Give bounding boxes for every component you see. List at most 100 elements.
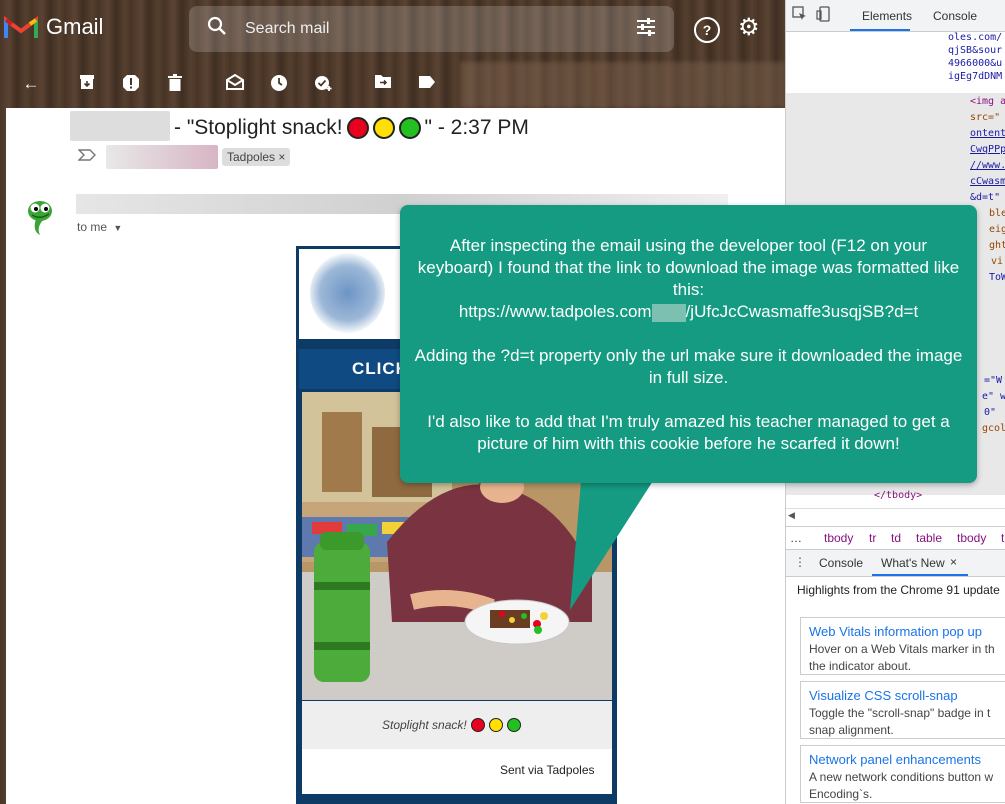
whats-new-heading: Highlights from the Chrome 91 update xyxy=(797,583,1000,597)
whats-new-item[interactable]: Web Vitals information pop up Hover on a… xyxy=(800,617,1005,675)
tab-elements[interactable]: Elements xyxy=(850,0,913,31)
whats-new-item[interactable]: Network panel enhancements A new network… xyxy=(800,745,1005,803)
whats-new-item-desc: Encoding`s. xyxy=(809,788,873,801)
callout-paragraph: I'd also like to add that I'm truly amaz… xyxy=(427,412,950,453)
code-line[interactable]: ontent xyxy=(970,127,1005,140)
search-bar[interactable]: Search mail xyxy=(189,6,674,52)
code-line: gcol xyxy=(982,423,1005,434)
breadcrumb-item[interactable]: tbody xyxy=(957,531,986,545)
sent-via-footer: Sent via Tadpoles xyxy=(500,763,595,777)
red-circle-emoji xyxy=(470,718,485,732)
yellow-circle-emoji xyxy=(372,117,395,139)
devtools-drawer-tabs: ⋮ Console What's New × xyxy=(786,549,1005,577)
move-to-icon[interactable] xyxy=(372,74,394,94)
whats-new-item-title[interactable]: Web Vitals information pop up xyxy=(809,624,1005,639)
code-line: ToW xyxy=(989,272,1005,283)
inspect-element-icon[interactable] xyxy=(792,6,808,25)
scroll-left-icon[interactable]: ◀ xyxy=(788,510,795,521)
whats-new-item-desc: Hover on a Web Vitals marker in th xyxy=(809,643,995,656)
code-line: &d=t" xyxy=(970,192,1001,203)
whats-new-item-desc: Toggle the "scroll-snap" badge in t xyxy=(809,707,991,720)
photo-caption: Stoplight snack! xyxy=(382,718,521,732)
breadcrumb-item[interactable]: tr xyxy=(869,531,876,545)
tab-elements-label: Elements xyxy=(862,9,913,23)
caption-text: Stoplight snack! xyxy=(382,718,467,732)
breadcrumb-item[interactable]: tbody xyxy=(824,531,853,545)
callout-url-end: /jUfcJcCwasmaffe3usqjSB?d=t xyxy=(685,302,919,321)
search-options-icon[interactable] xyxy=(636,17,656,41)
label-chip-tadpoles[interactable]: Tadpoles × xyxy=(222,148,291,166)
yellow-circle-emoji xyxy=(488,718,503,732)
callout-intro-text: After inspecting the email using the dev… xyxy=(417,236,960,299)
devtools-tabbar: Elements Console xyxy=(786,0,1005,32)
recipient-text: to me xyxy=(77,220,108,234)
importance-marker-icon[interactable] xyxy=(77,148,96,164)
drawer-tab-whats-new[interactable]: What's New × xyxy=(872,550,968,576)
callout-paragraph: After inspecting the email using the dev… xyxy=(410,235,967,323)
report-spam-icon[interactable] xyxy=(120,74,142,97)
blurred-logo xyxy=(310,253,385,333)
devtools-horizontal-scrollbar[interactable]: ◀ xyxy=(786,508,1005,525)
breadcrumb-more-icon[interactable]: … xyxy=(790,531,802,545)
help-icon[interactable]: ? xyxy=(694,17,720,43)
tab-console[interactable]: Console xyxy=(933,9,977,23)
whats-new-item-desc: snap alignment. xyxy=(809,724,894,737)
back-arrow-icon[interactable]: ← xyxy=(20,74,42,94)
whats-new-item-title[interactable]: Network panel enhancements xyxy=(809,752,1005,767)
blurred-label xyxy=(106,145,218,169)
whats-new-item-title[interactable]: Visualize CSS scroll-snap xyxy=(809,688,1005,703)
code-line: ble xyxy=(989,208,1005,219)
code-line: </tbody> xyxy=(874,490,923,501)
mark-unread-icon[interactable] xyxy=(224,73,246,95)
code-line[interactable]: //www. xyxy=(970,159,1005,172)
code-line: igEg7dDNM xyxy=(948,71,1003,82)
snooze-icon[interactable] xyxy=(268,74,290,97)
callout-paragraph: Adding the ?d=t property only the url ma… xyxy=(414,346,963,387)
label-remove-icon[interactable]: × xyxy=(278,150,285,164)
labels-icon[interactable] xyxy=(416,74,438,94)
code-line: qjSB&sour xyxy=(948,45,1003,56)
search-input[interactable]: Search mail xyxy=(245,20,636,38)
redacted-url-segment xyxy=(651,303,686,322)
add-task-icon[interactable] xyxy=(312,74,334,97)
breadcrumb-item[interactable]: td xyxy=(891,531,901,545)
callout-pointer xyxy=(570,470,660,610)
green-circle-emoji xyxy=(506,718,521,732)
drawer-tab-whats-new-label: What's New xyxy=(881,556,945,570)
gmail-wordmark: Gmail xyxy=(46,14,104,39)
code-line: ="W xyxy=(984,375,1003,386)
archive-icon[interactable] xyxy=(76,74,98,95)
code-line: ght xyxy=(989,240,1005,251)
subject-text-start: - "Stoplight snack! xyxy=(174,116,343,139)
device-toolbar-icon[interactable] xyxy=(816,6,832,25)
code-line: src=" xyxy=(970,112,1001,123)
recipient-dropdown-icon[interactable]: ▼ xyxy=(113,223,122,233)
breadcrumb-item[interactable]: table xyxy=(916,531,942,545)
code-line[interactable]: cCwasm xyxy=(970,175,1005,188)
close-icon[interactable]: × xyxy=(950,555,957,569)
code-line: 4966000&u xyxy=(948,58,1003,69)
subject-text-end: " - 2:37 PM xyxy=(424,116,529,139)
code-line: e" w xyxy=(982,391,1005,402)
gmail-m-icon xyxy=(4,16,38,38)
drawer-tab-console[interactable]: Console xyxy=(819,556,863,570)
whats-new-item[interactable]: Visualize CSS scroll-snap Toggle the "sc… xyxy=(800,681,1005,739)
delete-icon[interactable] xyxy=(164,74,186,97)
settings-gear-icon[interactable]: ⚙ xyxy=(738,13,760,42)
breadcrumb-item[interactable]: t xyxy=(1001,531,1004,545)
red-circle-emoji xyxy=(346,117,369,139)
code-line: vi xyxy=(991,256,1004,267)
recipient-line[interactable]: to me ▼ xyxy=(77,220,122,234)
sender-avatar-tadpole xyxy=(28,201,52,235)
code-line: 0" xyxy=(984,407,997,418)
code-line: oles.com/ xyxy=(948,32,1003,43)
search-icon[interactable] xyxy=(207,16,229,42)
drawer-menu-icon[interactable]: ⋮ xyxy=(794,555,806,569)
label-chip-text: Tadpoles xyxy=(227,150,276,164)
gmail-logo[interactable]: Gmail xyxy=(4,14,103,40)
email-subject: - "Stoplight snack! " - 2:37 PM xyxy=(174,116,529,140)
code-line[interactable]: CwqPPp xyxy=(970,143,1005,156)
code-line: eig xyxy=(989,224,1005,235)
code-line[interactable]: <img a xyxy=(970,95,1005,108)
blurred-toolbar-area xyxy=(460,62,785,108)
